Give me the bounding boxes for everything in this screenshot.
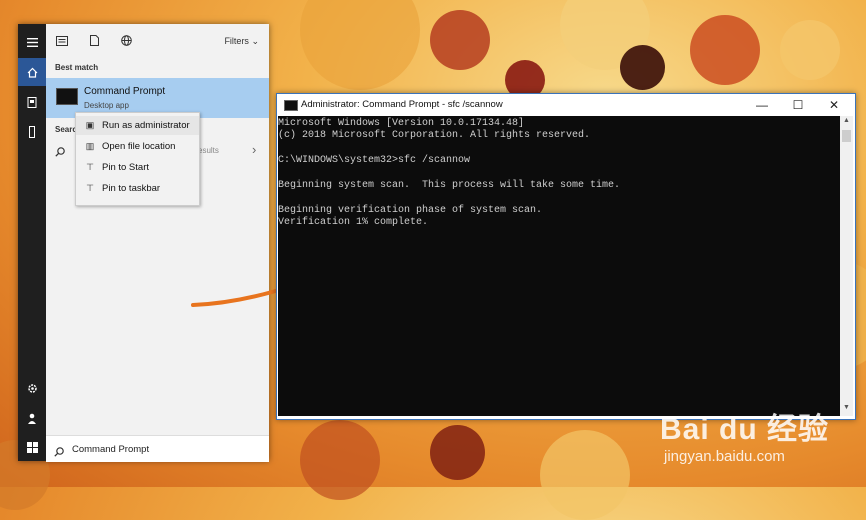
- filters-dropdown[interactable]: Filters ⌄: [224, 36, 259, 47]
- search-header: Searc: [55, 125, 77, 134]
- baidu-watermark-url: jingyan.baidu.com: [664, 448, 785, 465]
- console-line: Verification 1% complete.: [278, 217, 429, 228]
- maximize-button[interactable]: ☐: [783, 97, 813, 113]
- start-rail: [18, 24, 46, 461]
- console-line: Beginning system scan. This process will…: [278, 180, 621, 191]
- menu-item-run-as-admin[interactable]: ▣ Run as administrator: [76, 116, 199, 135]
- console-line: Beginning verification phase of system s…: [278, 205, 543, 216]
- search-result-text: esults: [198, 146, 219, 155]
- context-menu: ▣ Run as administrator ▥ Open file locat…: [75, 112, 200, 206]
- console-output[interactable]: Microsoft Windows [Version 10.0.17134.48…: [278, 116, 840, 416]
- apps-scope-icon[interactable]: [46, 35, 78, 49]
- chevron-right-icon: ›: [252, 142, 257, 157]
- pin-icon: ⊤: [86, 162, 94, 172]
- search-box[interactable]: Command Prompt: [46, 435, 269, 462]
- best-match-subtitle: Desktop app: [84, 101, 129, 110]
- scroll-up-arrow-icon[interactable]: ▲: [840, 117, 853, 124]
- baidu-watermark-logo: Bai du 经验: [660, 413, 830, 446]
- bubble: [300, 0, 420, 90]
- menu-item-pin-to-taskbar[interactable]: ⊤ Pin to taskbar: [76, 179, 199, 198]
- console-line: (c) 2018 Microsoft Corporation. All righ…: [278, 130, 591, 141]
- bubble: [540, 430, 630, 520]
- web-scope-icon[interactable]: [110, 35, 142, 49]
- bubble: [690, 15, 760, 85]
- minimize-button[interactable]: —: [747, 97, 777, 113]
- window-title: Administrator: Command Prompt - sfc /sca…: [301, 99, 503, 110]
- menu-item-label: Open file location: [102, 141, 176, 152]
- home-icon[interactable]: [18, 58, 46, 86]
- documents-scope-icon[interactable]: [78, 35, 110, 49]
- scroll-down-arrow-icon[interactable]: ▼: [840, 404, 853, 411]
- chevron-down-icon: ⌄: [251, 36, 259, 46]
- bubble: [780, 20, 840, 80]
- best-match-header: Best match: [55, 63, 99, 72]
- scrollbar-thumb[interactable]: [842, 130, 851, 142]
- command-prompt-icon: [284, 100, 298, 111]
- start-menu: Filters ⌄ Best match Command Prompt Desk…: [18, 24, 269, 462]
- documents-icon[interactable]: [18, 88, 46, 116]
- console-line: Microsoft Windows [Version 10.0.17134.48…: [278, 118, 525, 129]
- menu-item-label: Run as administrator: [102, 120, 190, 131]
- menu-item-label: Pin to taskbar: [102, 183, 161, 194]
- menu-item-pin-to-start[interactable]: ⊤ Pin to Start: [76, 158, 199, 177]
- windows-logo-icon[interactable]: [18, 433, 46, 461]
- search-icon: [54, 444, 64, 462]
- menu-item-open-file-location[interactable]: ▥ Open file location: [76, 137, 199, 156]
- device-icon[interactable]: [18, 118, 46, 146]
- search-icon: [55, 144, 65, 162]
- vertical-scrollbar[interactable]: ▲ ▼: [840, 116, 853, 416]
- best-match-title: Command Prompt: [84, 86, 166, 97]
- hamburger-menu-icon[interactable]: [18, 28, 46, 56]
- command-prompt-icon: [56, 88, 78, 105]
- file-location-icon: ▥: [85, 141, 95, 151]
- bubble: [430, 10, 490, 70]
- search-box-text: Command Prompt: [72, 444, 150, 455]
- title-bar[interactable]: Administrator: Command Prompt - sfc /sca…: [277, 94, 855, 116]
- menu-item-label: Pin to Start: [102, 162, 149, 173]
- bubble: [430, 425, 485, 480]
- bubble: [620, 45, 665, 90]
- bubble: [300, 420, 380, 500]
- shield-admin-icon: ▣: [85, 120, 95, 130]
- command-prompt-window: Administrator: Command Prompt - sfc /sca…: [276, 93, 856, 420]
- close-button[interactable]: ✕: [819, 97, 849, 113]
- pin-icon: ⊤: [86, 183, 94, 193]
- settings-gear-icon[interactable]: [18, 374, 46, 402]
- console-line: C:\WINDOWS\system32>sfc /scannow: [278, 155, 471, 166]
- filters-label: Filters: [224, 36, 249, 46]
- user-icon[interactable]: [18, 404, 46, 432]
